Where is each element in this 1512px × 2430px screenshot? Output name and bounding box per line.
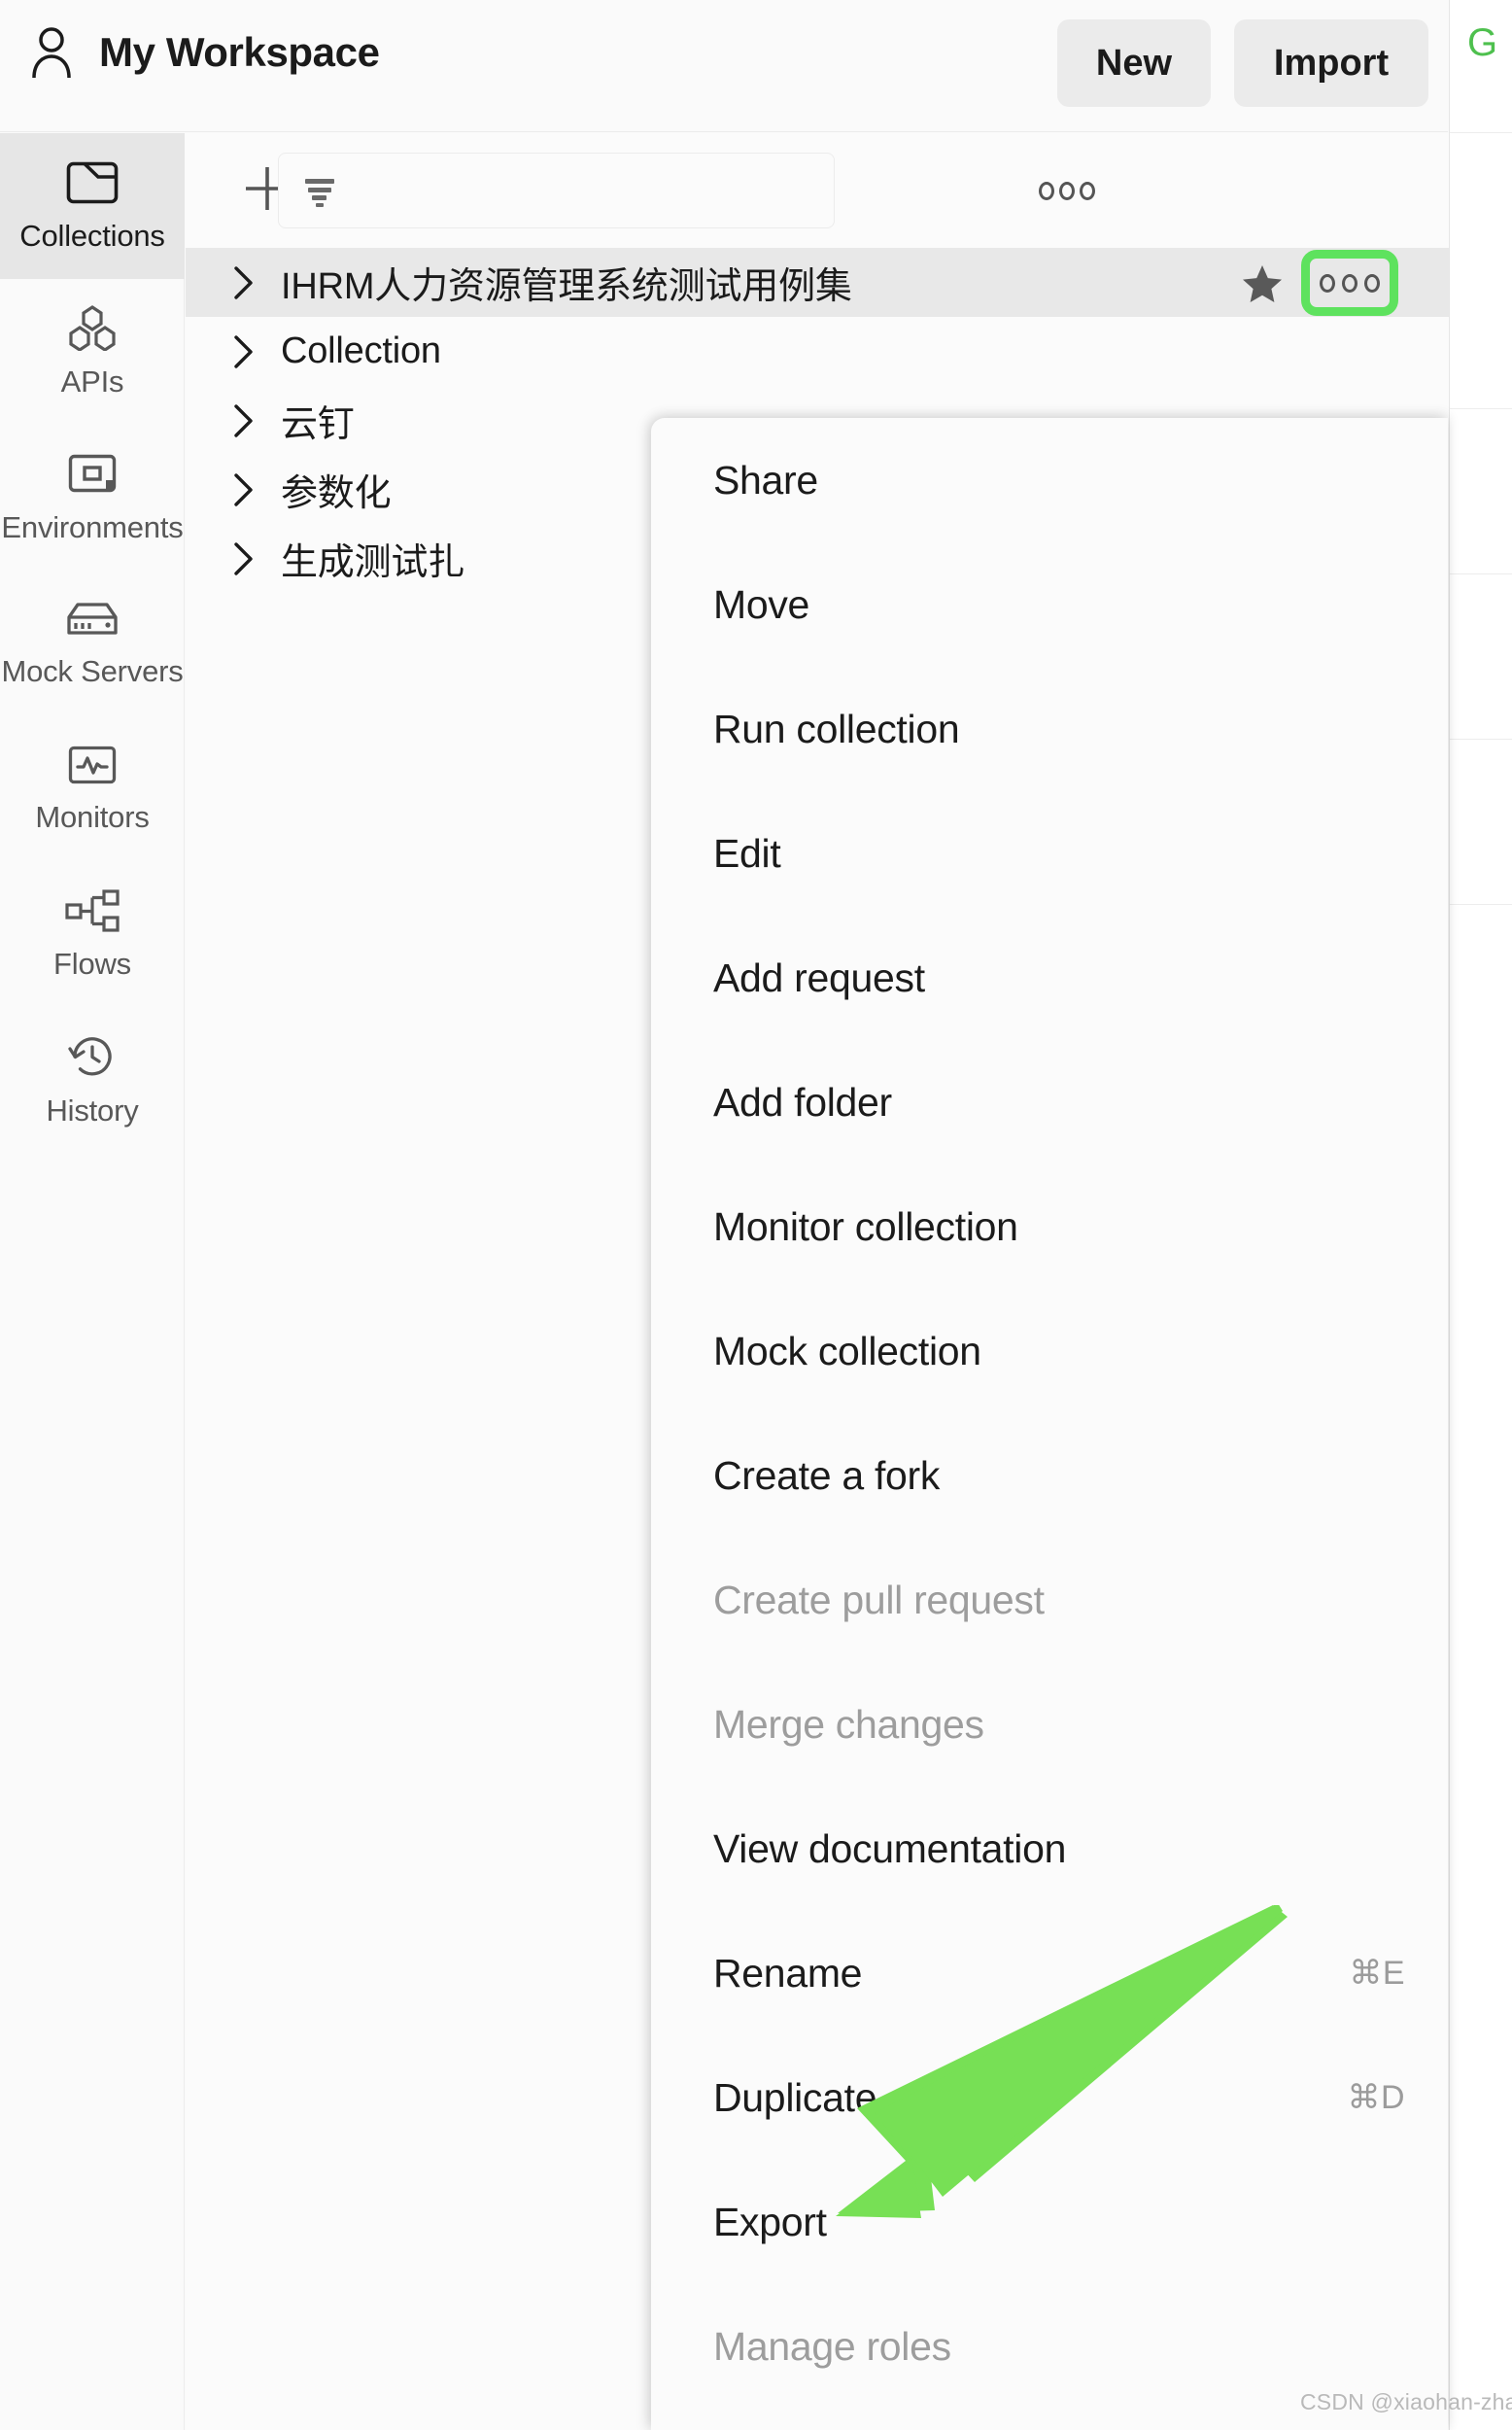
sidebar-item-label: History bbox=[46, 1094, 139, 1128]
collection-name: 参数化 bbox=[281, 473, 392, 514]
flows-icon bbox=[64, 888, 120, 933]
sidebar-item-apis[interactable]: APIs bbox=[0, 279, 185, 425]
apis-icon bbox=[66, 304, 119, 351]
environments-icon bbox=[66, 450, 119, 497]
collection-row-selected[interactable]: IHRM人力资源管理系统测试用例集 bbox=[186, 248, 1449, 317]
menu-item-share[interactable]: Share bbox=[651, 418, 1448, 542]
collection-name: IHRM人力资源管理系统测试用例集 bbox=[281, 266, 852, 307]
filter-input[interactable] bbox=[278, 153, 835, 228]
menu-item-duplicate[interactable]: Duplicate ⌘D bbox=[651, 2035, 1448, 2160]
collection-name: Collection bbox=[281, 330, 441, 371]
menu-item-label: Export bbox=[713, 2199, 827, 2244]
sidebar-item-collections[interactable]: Collections bbox=[0, 133, 185, 279]
new-button[interactable]: New bbox=[1057, 19, 1211, 107]
filter-icon bbox=[300, 168, 341, 214]
chevron-right-icon[interactable] bbox=[224, 263, 263, 302]
right-panel-badge: G bbox=[1467, 21, 1498, 64]
sidebar-item-flows[interactable]: Flows bbox=[0, 862, 185, 1008]
right-panel-divider bbox=[1450, 739, 1512, 740]
menu-item-shortcut: ⌘E bbox=[1349, 1955, 1405, 1992]
sidebar-rail: Collections APIs Environments Mock Serve… bbox=[0, 133, 185, 2430]
menu-item-label: Mock collection bbox=[713, 1328, 981, 1373]
sidebar-item-label: Collections bbox=[19, 219, 165, 253]
menu-item-label: Edit bbox=[713, 830, 781, 876]
sidebar-item-label: APIs bbox=[60, 364, 124, 399]
ellipsis-icon bbox=[1364, 273, 1380, 293]
sidebar-item-environments[interactable]: Environments bbox=[0, 425, 185, 571]
chevron-right-icon[interactable] bbox=[224, 539, 263, 578]
menu-item-mock-collection[interactable]: Mock collection bbox=[651, 1289, 1448, 1413]
sidebar-item-monitors[interactable]: Monitors bbox=[0, 716, 185, 862]
right-side-panel: G bbox=[1449, 0, 1512, 2430]
sidebar-item-label: Environments bbox=[1, 510, 184, 544]
mock-servers-icon bbox=[64, 598, 120, 641]
right-panel-divider bbox=[1450, 132, 1512, 133]
sidebar-item-mock-servers[interactable]: Mock Servers bbox=[0, 571, 185, 716]
ellipsis-icon bbox=[1320, 273, 1335, 293]
menu-item-move[interactable]: Move bbox=[651, 542, 1448, 667]
top-bar: My Workspace New Import bbox=[0, 0, 1448, 132]
menu-item-rename[interactable]: Rename ⌘E bbox=[651, 1911, 1448, 2035]
right-panel-divider bbox=[1450, 408, 1512, 409]
menu-item-label: Add request bbox=[713, 955, 925, 1000]
monitors-icon bbox=[67, 744, 118, 786]
collection-row-more-button[interactable] bbox=[1301, 250, 1398, 316]
ellipsis-icon bbox=[1039, 181, 1054, 200]
menu-item-label: Manage roles bbox=[713, 2323, 951, 2369]
menu-item-export[interactable]: Export bbox=[651, 2160, 1448, 2284]
collections-more-button[interactable] bbox=[1033, 156, 1101, 225]
sidebar-item-history[interactable]: History bbox=[0, 1008, 185, 1154]
menu-item-add-folder[interactable]: Add folder bbox=[651, 1040, 1448, 1164]
sidebar-item-label: Monitors bbox=[35, 800, 150, 834]
menu-item-create-a-fork[interactable]: Create a fork bbox=[651, 1413, 1448, 1538]
menu-item-label: Create pull request bbox=[713, 1577, 1045, 1622]
menu-item-label: Move bbox=[713, 581, 810, 627]
menu-item-monitor-collection[interactable]: Monitor collection bbox=[651, 1164, 1448, 1289]
workspace-title: My Workspace bbox=[99, 29, 380, 75]
workspace-selector[interactable]: My Workspace bbox=[29, 25, 380, 80]
menu-item-label: Merge changes bbox=[713, 1701, 984, 1747]
collections-toolbar bbox=[186, 133, 1449, 248]
menu-item-edit[interactable]: Edit bbox=[651, 791, 1448, 916]
collection-name: 生成测试扎 bbox=[281, 542, 465, 583]
chevron-right-icon[interactable] bbox=[224, 401, 263, 440]
collections-icon bbox=[66, 158, 119, 205]
menu-item-create-pull-request: Create pull request bbox=[651, 1538, 1448, 1662]
collection-context-menu: Share Move Run collection Edit Add reque… bbox=[651, 418, 1448, 2430]
ellipsis-icon bbox=[1080, 181, 1095, 200]
menu-item-label: Monitor collection bbox=[713, 1203, 1018, 1249]
ellipsis-icon bbox=[1059, 181, 1075, 200]
star-filled-icon[interactable] bbox=[1241, 263, 1284, 309]
app-root: My Workspace New Import G Collections AP… bbox=[0, 0, 1512, 2430]
menu-item-label: Create a fork bbox=[713, 1452, 941, 1498]
chevron-right-icon[interactable] bbox=[224, 470, 263, 509]
menu-item-label: View documentation bbox=[713, 1825, 1067, 1871]
menu-item-shortcut: ⌘D bbox=[1347, 2079, 1405, 2116]
right-panel-divider bbox=[1450, 904, 1512, 905]
menu-item-merge-changes: Merge changes bbox=[651, 1662, 1448, 1787]
menu-item-label: Duplicate bbox=[713, 2074, 877, 2120]
import-button[interactable]: Import bbox=[1234, 19, 1428, 107]
chevron-right-icon[interactable] bbox=[224, 332, 263, 371]
menu-item-add-request[interactable]: Add request bbox=[651, 916, 1448, 1040]
sidebar-item-label: Mock Servers bbox=[1, 654, 184, 688]
menu-item-view-documentation[interactable]: View documentation bbox=[651, 1787, 1448, 1911]
watermark: CSDN @xiaohan-zhang bbox=[1300, 2389, 1512, 2414]
person-icon bbox=[29, 25, 74, 80]
menu-item-label: Add folder bbox=[713, 1079, 892, 1125]
collection-name: 云钉 bbox=[281, 404, 355, 445]
sidebar-item-label: Flows bbox=[53, 947, 131, 981]
history-icon bbox=[68, 1033, 117, 1080]
collection-row[interactable]: Collection bbox=[186, 317, 1449, 386]
menu-item-label: Rename bbox=[713, 1950, 863, 1996]
menu-item-label: Share bbox=[713, 457, 818, 503]
menu-item-run-collection[interactable]: Run collection bbox=[651, 667, 1448, 791]
right-panel-divider bbox=[1450, 573, 1512, 574]
menu-item-label: Run collection bbox=[713, 706, 960, 751]
ellipsis-icon bbox=[1342, 273, 1357, 293]
